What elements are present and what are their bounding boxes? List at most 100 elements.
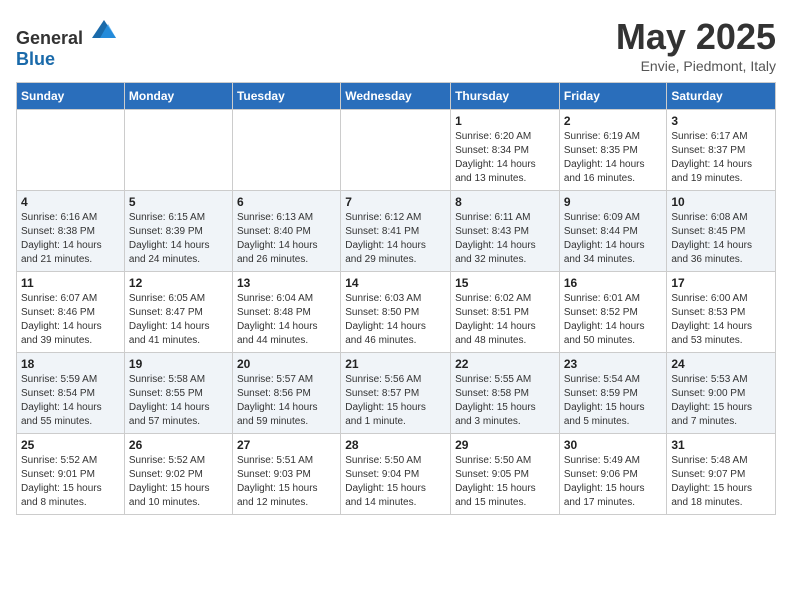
calendar-cell: 6 Sunrise: 6:13 AM Sunset: 8:40 PM Daylig… <box>232 191 340 272</box>
day-info: Sunrise: 5:59 AM Sunset: 8:54 PM Dayligh… <box>21 373 120 429</box>
calendar-cell: 27 Sunrise: 5:51 AM Sunset: 9:03 PM Dayli… <box>232 434 340 515</box>
calendar-table: SundayMondayTuesdayWednesdayThursdayFrid… <box>16 82 776 515</box>
day-number: 11 <box>21 276 120 290</box>
day-info: Sunrise: 6:01 AM Sunset: 8:52 PM Dayligh… <box>564 292 663 348</box>
day-info: Sunrise: 6:03 AM Sunset: 8:50 PM Dayligh… <box>345 292 446 348</box>
calendar-cell: 16 Sunrise: 6:01 AM Sunset: 8:52 PM Dayli… <box>559 272 667 353</box>
calendar-week-row: 25Sunrise: 5:52 AM Sunset: 9:01 PM Dayli… <box>17 434 776 515</box>
calendar-cell: 22 Sunrise: 5:55 AM Sunset: 8:58 PM Dayli… <box>451 353 560 434</box>
day-info: Sunrise: 6:17 AM Sunset: 8:37 PM Dayligh… <box>671 130 771 186</box>
day-info: Sunrise: 5:52 AM Sunset: 9:01 PM Dayligh… <box>21 454 120 510</box>
weekday-header: Saturday <box>667 83 776 110</box>
calendar-cell: 2 Sunrise: 6:19 AM Sunset: 8:35 PM Daylig… <box>559 110 667 191</box>
day-info: Sunrise: 6:07 AM Sunset: 8:46 PM Dayligh… <box>21 292 120 348</box>
day-info: Sunrise: 6:12 AM Sunset: 8:41 PM Dayligh… <box>345 211 446 267</box>
day-number: 24 <box>671 357 771 371</box>
day-info: Sunrise: 5:55 AM Sunset: 8:58 PM Dayligh… <box>455 373 555 429</box>
calendar-cell: 30Sunrise: 5:49 AM Sunset: 9:06 PM Dayli… <box>559 434 667 515</box>
weekday-header: Friday <box>559 83 667 110</box>
day-number: 5 <box>129 195 228 209</box>
calendar-week-row: 4 Sunrise: 6:16 AM Sunset: 8:38 PM Daylig… <box>17 191 776 272</box>
day-number: 3 <box>671 114 771 128</box>
calendar-cell: 9Sunrise: 6:09 AM Sunset: 8:44 PM Daylig… <box>559 191 667 272</box>
day-number: 12 <box>129 276 228 290</box>
logo-blue: Blue <box>16 49 55 69</box>
calendar-cell: 23Sunrise: 5:54 AM Sunset: 8:59 PM Dayli… <box>559 353 667 434</box>
location-subtitle: Envie, Piedmont, Italy <box>616 58 776 74</box>
day-number: 8 <box>455 195 555 209</box>
calendar-cell: 18 Sunrise: 5:59 AM Sunset: 8:54 PM Dayli… <box>17 353 125 434</box>
logo-icon <box>90 16 118 44</box>
day-number: 6 <box>237 195 336 209</box>
weekday-header: Monday <box>124 83 232 110</box>
calendar-cell: 10Sunrise: 6:08 AM Sunset: 8:45 PM Dayli… <box>667 191 776 272</box>
day-number: 17 <box>671 276 771 290</box>
weekday-header-row: SundayMondayTuesdayWednesdayThursdayFrid… <box>17 83 776 110</box>
day-info: Sunrise: 5:53 AM Sunset: 9:00 PM Dayligh… <box>671 373 771 429</box>
calendar-cell: 21Sunrise: 5:56 AM Sunset: 8:57 PM Dayli… <box>341 353 451 434</box>
day-number: 31 <box>671 438 771 452</box>
day-number: 4 <box>21 195 120 209</box>
day-info: Sunrise: 5:58 AM Sunset: 8:55 PM Dayligh… <box>129 373 228 429</box>
day-info: Sunrise: 5:56 AM Sunset: 8:57 PM Dayligh… <box>345 373 446 429</box>
day-number: 22 <box>455 357 555 371</box>
day-info: Sunrise: 5:48 AM Sunset: 9:07 PM Dayligh… <box>671 454 771 510</box>
calendar-week-row: 1Sunrise: 6:20 AM Sunset: 8:34 PM Daylig… <box>17 110 776 191</box>
day-number: 9 <box>564 195 663 209</box>
day-number: 26 <box>129 438 228 452</box>
day-number: 18 <box>21 357 120 371</box>
calendar-week-row: 18 Sunrise: 5:59 AM Sunset: 8:54 PM Dayli… <box>17 353 776 434</box>
logo: General Blue <box>16 16 118 70</box>
calendar-cell <box>341 110 451 191</box>
calendar-cell: 25Sunrise: 5:52 AM Sunset: 9:01 PM Dayli… <box>17 434 125 515</box>
calendar-cell: 24 Sunrise: 5:53 AM Sunset: 9:00 PM Dayli… <box>667 353 776 434</box>
day-info: Sunrise: 6:02 AM Sunset: 8:51 PM Dayligh… <box>455 292 555 348</box>
calendar-cell: 19 Sunrise: 5:58 AM Sunset: 8:55 PM Dayli… <box>124 353 232 434</box>
day-info: Sunrise: 6:13 AM Sunset: 8:40 PM Dayligh… <box>237 211 336 267</box>
calendar-cell: 7Sunrise: 6:12 AM Sunset: 8:41 PM Daylig… <box>341 191 451 272</box>
day-number: 14 <box>345 276 446 290</box>
day-number: 10 <box>671 195 771 209</box>
calendar-cell: 8Sunrise: 6:11 AM Sunset: 8:43 PM Daylig… <box>451 191 560 272</box>
calendar-cell: 29 Sunrise: 5:50 AM Sunset: 9:05 PM Dayli… <box>451 434 560 515</box>
calendar-cell: 5 Sunrise: 6:15 AM Sunset: 8:39 PM Daylig… <box>124 191 232 272</box>
day-info: Sunrise: 5:57 AM Sunset: 8:56 PM Dayligh… <box>237 373 336 429</box>
day-number: 30 <box>564 438 663 452</box>
day-info: Sunrise: 6:16 AM Sunset: 8:38 PM Dayligh… <box>21 211 120 267</box>
day-number: 19 <box>129 357 228 371</box>
day-number: 1 <box>455 114 555 128</box>
calendar-cell: 15 Sunrise: 6:02 AM Sunset: 8:51 PM Dayli… <box>451 272 560 353</box>
day-number: 13 <box>237 276 336 290</box>
day-info: Sunrise: 6:19 AM Sunset: 8:35 PM Dayligh… <box>564 130 663 186</box>
day-number: 2 <box>564 114 663 128</box>
day-number: 27 <box>237 438 336 452</box>
day-info: Sunrise: 6:04 AM Sunset: 8:48 PM Dayligh… <box>237 292 336 348</box>
day-number: 20 <box>237 357 336 371</box>
calendar-cell: 31 Sunrise: 5:48 AM Sunset: 9:07 PM Dayli… <box>667 434 776 515</box>
day-info: Sunrise: 5:50 AM Sunset: 9:04 PM Dayligh… <box>345 454 446 510</box>
calendar-cell <box>17 110 125 191</box>
calendar-cell: 3 Sunrise: 6:17 AM Sunset: 8:37 PM Daylig… <box>667 110 776 191</box>
calendar-cell: 1Sunrise: 6:20 AM Sunset: 8:34 PM Daylig… <box>451 110 560 191</box>
day-info: Sunrise: 5:52 AM Sunset: 9:02 PM Dayligh… <box>129 454 228 510</box>
calendar-cell: 20 Sunrise: 5:57 AM Sunset: 8:56 PM Dayli… <box>232 353 340 434</box>
weekday-header: Wednesday <box>341 83 451 110</box>
day-info: Sunrise: 6:15 AM Sunset: 8:39 PM Dayligh… <box>129 211 228 267</box>
calendar-cell: 13 Sunrise: 6:04 AM Sunset: 8:48 PM Dayli… <box>232 272 340 353</box>
calendar-week-row: 11 Sunrise: 6:07 AM Sunset: 8:46 PM Dayli… <box>17 272 776 353</box>
calendar-cell: 17 Sunrise: 6:00 AM Sunset: 8:53 PM Dayli… <box>667 272 776 353</box>
day-number: 16 <box>564 276 663 290</box>
calendar-cell: 14 Sunrise: 6:03 AM Sunset: 8:50 PM Dayli… <box>341 272 451 353</box>
calendar-cell: 11 Sunrise: 6:07 AM Sunset: 8:46 PM Dayli… <box>17 272 125 353</box>
logo-general: General <box>16 28 83 48</box>
month-title: May 2025 <box>616 16 776 58</box>
day-number: 29 <box>455 438 555 452</box>
day-info: Sunrise: 5:50 AM Sunset: 9:05 PM Dayligh… <box>455 454 555 510</box>
weekday-header: Tuesday <box>232 83 340 110</box>
calendar-cell <box>232 110 340 191</box>
day-info: Sunrise: 6:05 AM Sunset: 8:47 PM Dayligh… <box>129 292 228 348</box>
weekday-header: Thursday <box>451 83 560 110</box>
day-info: Sunrise: 6:00 AM Sunset: 8:53 PM Dayligh… <box>671 292 771 348</box>
day-number: 15 <box>455 276 555 290</box>
day-info: Sunrise: 5:51 AM Sunset: 9:03 PM Dayligh… <box>237 454 336 510</box>
